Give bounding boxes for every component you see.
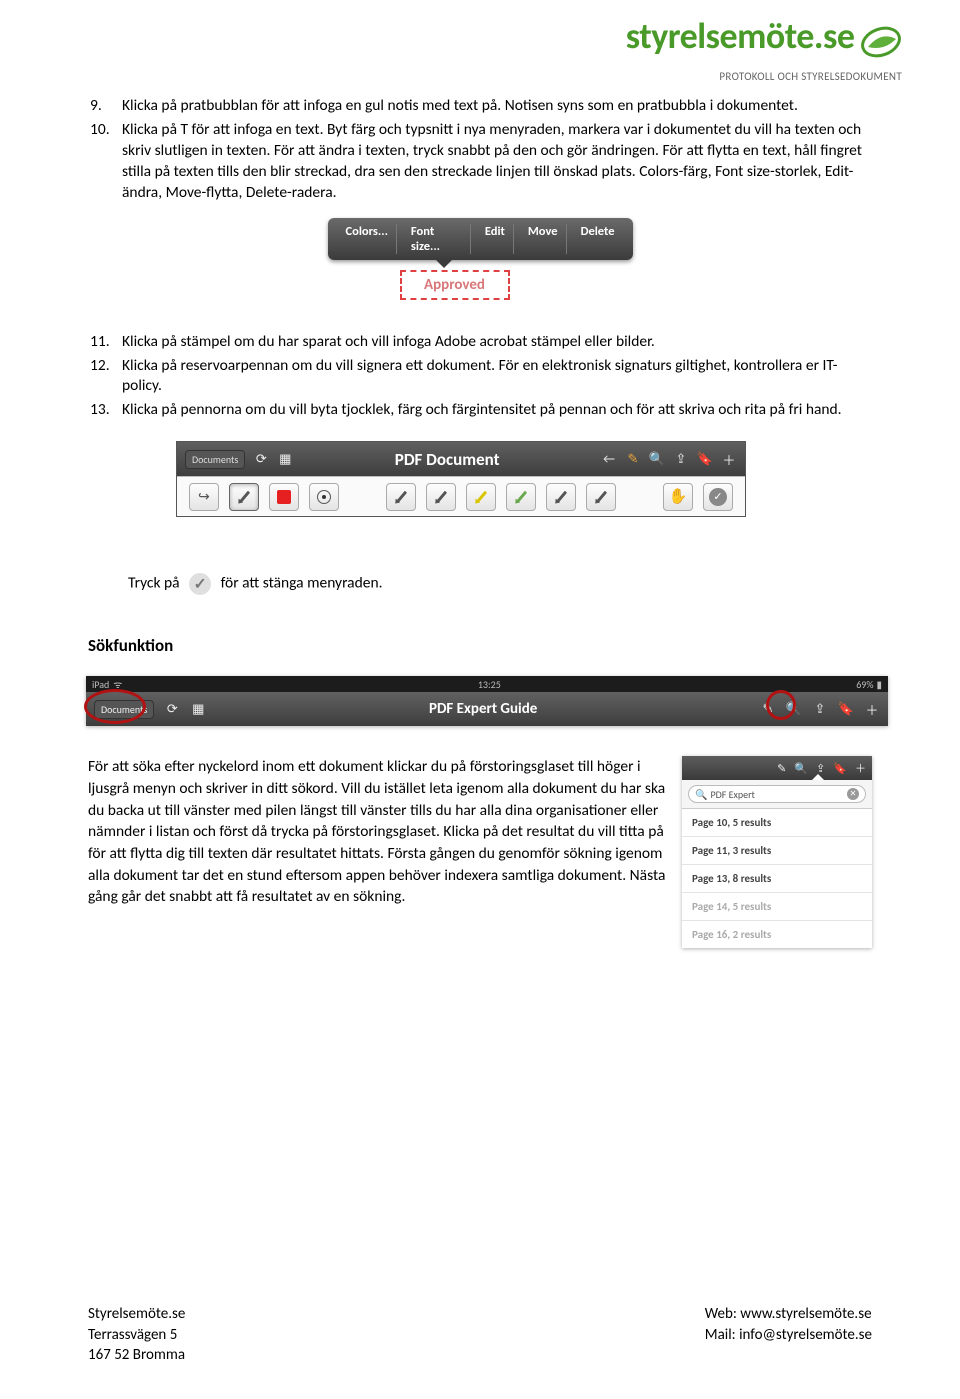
- popup-edit[interactable]: Edit: [477, 224, 514, 254]
- share-icon[interactable]: ⇪: [816, 762, 825, 775]
- highlighter[interactable]: [466, 483, 496, 511]
- popup-delete[interactable]: Delete: [573, 224, 623, 254]
- result-row[interactable]: Page 13, 8 results: [682, 865, 872, 893]
- search-value: PDF Expert: [710, 788, 754, 801]
- popover-arrow-icon: [812, 774, 824, 780]
- result-row[interactable]: Page 10, 5 results: [682, 809, 872, 837]
- popup-colors[interactable]: Colors...: [338, 224, 397, 254]
- search-icon[interactable]: 🔍: [786, 701, 802, 717]
- approved-stamp: Approved: [400, 270, 510, 300]
- undo-button[interactable]: ↩: [189, 483, 219, 511]
- popup-toolbar: Colors... Font size... Edit Move Delete: [328, 218, 633, 260]
- search-field-row: 🔍 PDF Expert ✕: [682, 780, 872, 809]
- grid-icon[interactable]: ▦: [190, 701, 206, 717]
- status-battery: 69%: [856, 678, 873, 691]
- share-icon[interactable]: ⇪: [673, 451, 689, 467]
- clear-icon[interactable]: ✕: [847, 788, 859, 800]
- list-item: 11.Klicka på stämpel om du har sparat oc…: [88, 332, 872, 353]
- list-item: 12.Klicka på reservoarpennan om du vill …: [88, 356, 872, 398]
- search-results-panel: 70% ✎ 🔍 ⇪ 🔖 ＋ 🔍 PDF Expert ✕ Page 10, 5 …: [682, 756, 872, 948]
- result-row[interactable]: Page 16, 2 results: [682, 921, 872, 948]
- hand-tool[interactable]: ✋: [663, 483, 693, 511]
- nav-title: PDF Expert Guide: [216, 700, 750, 718]
- status-device: iPad: [92, 678, 109, 691]
- opacity-target[interactable]: [309, 483, 339, 511]
- sync-icon[interactable]: ⟳: [253, 451, 269, 467]
- search-icon[interactable]: 🔍: [794, 762, 808, 775]
- pen-icon[interactable]: ✎: [760, 701, 776, 717]
- color-red-swatch[interactable]: [269, 483, 299, 511]
- search-heading: Sökfunktion: [88, 635, 872, 656]
- search-icon[interactable]: 🔍: [649, 451, 665, 467]
- footer-left: Styrelsemöte.se Terrassvägen 5 167 52 Br…: [88, 1304, 185, 1365]
- close-hint: Tryck på ✓ för att stänga menyraden.: [128, 573, 872, 595]
- documents-button[interactable]: Documents: [185, 450, 245, 469]
- toolbar-row: ↩ ✋ ✓: [177, 476, 745, 516]
- bookmark-icon[interactable]: 🔖: [838, 701, 854, 717]
- brand-text: styrelsemöte.se: [626, 14, 855, 58]
- share-icon[interactable]: ⇪: [812, 701, 828, 717]
- page-footer: Styrelsemöte.se Terrassvägen 5 167 52 Br…: [88, 1304, 872, 1365]
- status-bar: iPadᯤ 13:25 69%▮: [86, 676, 888, 692]
- list-item: 9.Klicka på pratbubblan för att infoga e…: [88, 96, 872, 117]
- instruction-list-2: 11.Klicka på stämpel om du har sparat oc…: [88, 332, 872, 422]
- toolbar-figure: Documents ⟳ ▦ PDF Document ← ✎ 🔍 ⇪ 🔖 ＋ ↩: [176, 441, 746, 517]
- check-close-icon: ✓: [189, 573, 211, 595]
- popup-arrow-icon: [436, 260, 452, 268]
- pen-2[interactable]: [426, 483, 456, 511]
- back-icon[interactable]: ←: [601, 451, 617, 467]
- list-item: 13.Klicka på pennorna om du vill byta tj…: [88, 400, 872, 421]
- leaf-icon: [860, 21, 902, 68]
- ipad-bar-figure: iPadᯤ 13:25 69%▮ Documents ⟳ ▦ PDF Exper…: [86, 676, 888, 726]
- status-time: 13:25: [122, 678, 856, 691]
- result-row[interactable]: Page 11, 3 results: [682, 837, 872, 865]
- bookmark-icon[interactable]: 🔖: [833, 762, 847, 775]
- pen-icon[interactable]: ✎: [777, 762, 786, 775]
- pen-tool[interactable]: [229, 483, 259, 511]
- pen-4[interactable]: [546, 483, 576, 511]
- plus-icon[interactable]: ＋: [855, 760, 866, 776]
- search-input[interactable]: 🔍 PDF Expert ✕: [688, 785, 866, 803]
- bookmark-icon[interactable]: 🔖: [697, 451, 713, 467]
- documents-button[interactable]: Documents: [94, 700, 154, 719]
- pen-icon[interactable]: ✎: [625, 451, 641, 467]
- grid-icon[interactable]: ▦: [277, 451, 293, 467]
- brand-logo: styrelsemöte.se PROTOKOLL OCH STYRELSEDO…: [626, 18, 902, 83]
- pen-1[interactable]: [386, 483, 416, 511]
- toolbar-title: PDF Document: [301, 449, 593, 470]
- plus-icon[interactable]: ＋: [864, 701, 880, 717]
- result-row[interactable]: Page 14, 5 results: [682, 893, 872, 921]
- toolbar-top: Documents ⟳ ▦ PDF Document ← ✎ 🔍 ⇪ 🔖 ＋: [177, 442, 745, 476]
- close-toolbar[interactable]: ✓: [703, 483, 733, 511]
- pen-3[interactable]: [506, 483, 536, 511]
- edit-popup-figure: Colors... Font size... Edit Move Delete …: [328, 218, 633, 300]
- brand-sub: PROTOKOLL OCH STYRELSEDOKUMENT: [626, 70, 902, 83]
- popup-fontsize[interactable]: Font size...: [403, 224, 471, 254]
- list-item: 10.Klicka på T för att infoga en text. B…: [88, 120, 872, 204]
- plus-icon[interactable]: ＋: [721, 451, 737, 467]
- pen-5[interactable]: [586, 483, 616, 511]
- panel-top: ✎ 🔍 ⇪ 🔖 ＋: [682, 756, 872, 780]
- sync-icon[interactable]: ⟳: [164, 701, 180, 717]
- instruction-list-1: 9.Klicka på pratbubblan för att infoga e…: [88, 96, 872, 204]
- nav-bar: Documents ⟳ ▦ PDF Expert Guide ✎ 🔍 ⇪ 🔖 ＋: [86, 692, 888, 726]
- footer-right: Web: www.styrelsemöte.se Mail: info@styr…: [705, 1304, 872, 1365]
- popup-move[interactable]: Move: [520, 224, 567, 254]
